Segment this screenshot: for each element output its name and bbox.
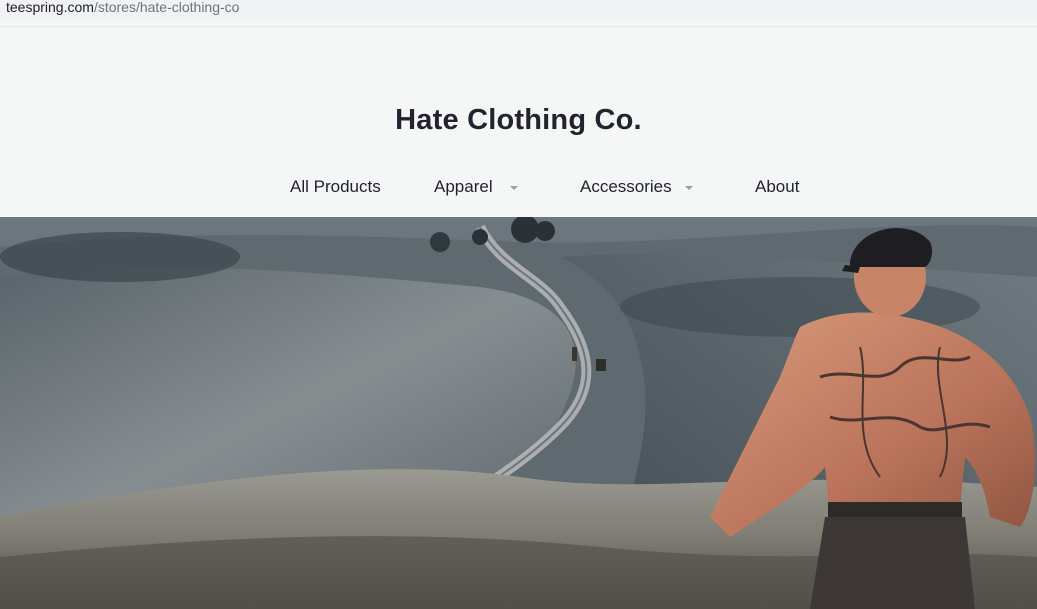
- nav-all-products[interactable]: All Products: [290, 176, 381, 200]
- chevron-down-icon: [510, 186, 518, 190]
- nav-apparel-label: Apparel: [434, 177, 493, 196]
- nav-about-label: About: [755, 177, 800, 196]
- address-bar[interactable]: teespring.com/stores/hate-clothing-co: [0, 0, 1037, 20]
- nav-accessories[interactable]: Accessories: [580, 176, 693, 200]
- url-text[interactable]: teespring.com/stores/hate-clothing-co: [6, 0, 239, 15]
- store-title[interactable]: Hate Clothing Co.: [0, 104, 1037, 137]
- store-nav: All Products Apparel Accessories About: [0, 176, 1037, 200]
- url-host: teespring.com: [6, 0, 94, 15]
- landscape-banner-image: [0, 217, 1037, 609]
- header-divider: [0, 26, 1037, 27]
- nav-all-products-label: All Products: [290, 177, 381, 196]
- nav-apparel[interactable]: Apparel: [434, 176, 518, 200]
- nav-accessories-label: Accessories: [580, 177, 672, 196]
- url-path: /stores/hate-clothing-co: [93, 0, 240, 15]
- nav-about[interactable]: About: [755, 176, 799, 200]
- chevron-down-icon: [685, 186, 693, 190]
- hero-banner: [0, 217, 1037, 609]
